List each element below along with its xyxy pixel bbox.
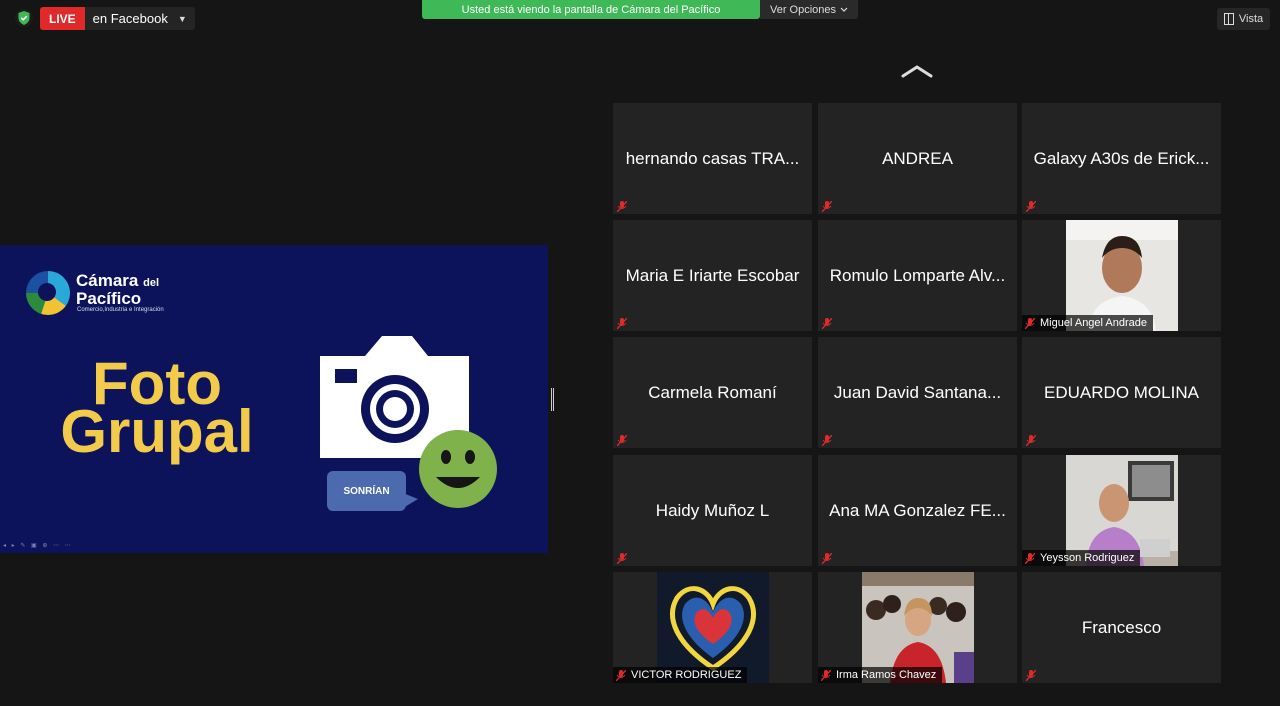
participant-name-bar: Irma Ramos Chavez bbox=[818, 667, 943, 683]
logo-subtitle: Comercio,Industria e Integración bbox=[77, 307, 164, 313]
participant-tile[interactable]: Ana MA Gonzalez FE... bbox=[818, 455, 1017, 566]
mic-muted-icon bbox=[1026, 201, 1036, 212]
mic-muted-icon bbox=[822, 435, 832, 446]
mic-muted-icon bbox=[616, 669, 626, 681]
participant-name: Haidy Muñoz L bbox=[655, 501, 770, 520]
participant-name: Francesco bbox=[1081, 618, 1162, 637]
participant-tile[interactable]: Yeysson Rodriguez bbox=[1022, 455, 1221, 566]
view-button-label: Vista bbox=[1238, 13, 1264, 25]
chevron-down-icon bbox=[840, 7, 848, 12]
shared-screen: Cámara del Pacífico Comercio,Industria e… bbox=[0, 245, 548, 553]
mic-muted-icon bbox=[1026, 435, 1036, 446]
participant-tile[interactable]: Haidy Muñoz L bbox=[613, 455, 812, 566]
gallery-view-icon bbox=[1223, 13, 1234, 25]
participant-name-bar: Yeysson Rodriguez bbox=[1022, 550, 1141, 566]
mic-muted-icon bbox=[822, 318, 832, 329]
view-button[interactable]: Vista bbox=[1217, 8, 1270, 30]
speech-bubble-tail bbox=[398, 491, 418, 511]
participant-name: Yeysson Rodriguez bbox=[1040, 552, 1135, 564]
participant-tile[interactable]: Miguel Angel Andrade bbox=[1022, 220, 1221, 331]
live-stream-status[interactable]: LIVE en Facebook ▼ bbox=[40, 7, 195, 30]
live-destination-label: en Facebook bbox=[92, 11, 168, 26]
participant-name: Miguel Angel Andrade bbox=[1040, 317, 1148, 329]
view-options-button[interactable]: Ver Opciones bbox=[760, 0, 858, 19]
mic-muted-icon bbox=[617, 318, 627, 329]
mic-muted-icon bbox=[1025, 317, 1035, 329]
participant-name: hernando casas TRA... bbox=[625, 149, 800, 168]
mic-muted-icon bbox=[822, 201, 832, 212]
camara-logo bbox=[26, 271, 70, 315]
view-options-label: Ver Opciones bbox=[769, 3, 837, 16]
mic-muted-icon bbox=[617, 201, 627, 212]
participant-name: EDUARDO MOLINA bbox=[1044, 383, 1199, 402]
participant-name-bar: Miguel Angel Andrade bbox=[1022, 315, 1154, 331]
participant-tile[interactable]: VICTOR RODRIGUEZ bbox=[613, 572, 812, 683]
mic-muted-icon bbox=[1025, 552, 1035, 564]
participant-name: Juan David Santana... bbox=[833, 383, 1002, 402]
participant-tile[interactable]: Carmela Romaní bbox=[613, 337, 812, 448]
security-shield-icon[interactable] bbox=[14, 8, 34, 28]
slide-toolbar[interactable]: ◂ ▸ ✎ ▣ ⊕ ⋯ ⋯ bbox=[3, 542, 73, 549]
participant-name-bar: VICTOR RODRIGUEZ bbox=[613, 667, 748, 683]
mic-muted-icon bbox=[617, 435, 627, 446]
slide-title: Foto Grupal bbox=[60, 350, 254, 465]
participant-tile[interactable]: Irma Ramos Chavez bbox=[818, 572, 1017, 683]
participant-tile[interactable]: Francesco bbox=[1022, 572, 1221, 683]
mic-muted-icon bbox=[617, 553, 627, 564]
participant-name: VICTOR RODRIGUEZ bbox=[631, 669, 742, 681]
caret-down-icon: ▼ bbox=[177, 13, 187, 24]
viewing-share-banner: Usted está viendo la pantalla de Cámara … bbox=[422, 0, 760, 19]
participant-name: Romulo Lomparte Alv... bbox=[829, 266, 1006, 285]
mic-muted-icon bbox=[822, 553, 832, 564]
participant-name: ANDREA bbox=[882, 149, 953, 168]
mic-muted-icon bbox=[821, 669, 831, 681]
participant-tile[interactable]: EDUARDO MOLINA bbox=[1022, 337, 1221, 448]
participant-tile[interactable]: hernando casas TRA... bbox=[613, 103, 812, 214]
participant-tile[interactable]: Romulo Lomparte Alv... bbox=[818, 220, 1017, 331]
participant-name: Irma Ramos Chavez bbox=[836, 669, 937, 681]
participant-tile[interactable]: Galaxy A30s de Erick... bbox=[1022, 103, 1221, 214]
participant-tile[interactable]: Maria E Iriarte Escobar bbox=[613, 220, 812, 331]
smiley-face-icon bbox=[419, 430, 497, 508]
participant-tile[interactable]: ANDREA bbox=[818, 103, 1017, 214]
live-destination-dropdown[interactable]: en Facebook ▼ bbox=[84, 7, 195, 30]
participant-name: Maria E Iriarte Escobar bbox=[625, 266, 800, 285]
participant-name: Carmela Romaní bbox=[648, 383, 777, 402]
live-badge: LIVE bbox=[40, 7, 85, 30]
participant-name: Galaxy A30s de Erick... bbox=[1033, 149, 1210, 168]
resize-handle[interactable] bbox=[551, 388, 554, 411]
mic-muted-icon bbox=[1026, 670, 1036, 681]
logo-title: Cámara del Pacífico bbox=[76, 271, 160, 308]
participant-tile[interactable]: Juan David Santana... bbox=[818, 337, 1017, 448]
chevron-up-icon[interactable] bbox=[900, 62, 934, 80]
speech-bubble: SONRÍAN bbox=[327, 471, 406, 511]
participant-name: Ana MA Gonzalez FE... bbox=[829, 501, 1006, 520]
